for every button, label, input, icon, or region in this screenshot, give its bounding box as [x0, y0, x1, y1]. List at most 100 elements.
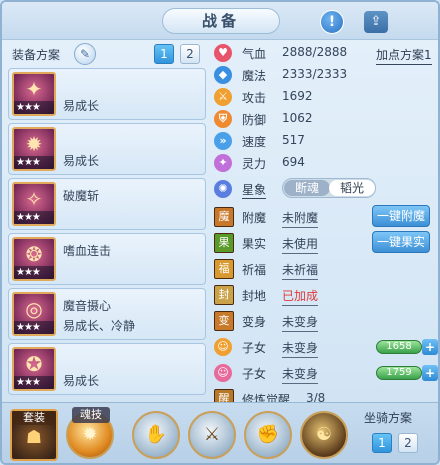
hp-heart-icon: ♥ — [214, 44, 232, 62]
mount-scheme-label: 坐骑方案 — [364, 411, 413, 425]
equipment-glyph: ✦ — [25, 77, 43, 101]
fist-skill-icon[interactable]: ✊ — [244, 411, 292, 459]
child-level-bar: 1658 — [376, 340, 422, 354]
equipment-card[interactable]: ◎ ★★★ 魔音摄心 易成长、冷静 — [8, 288, 206, 340]
stat-label: 速度 — [242, 135, 267, 149]
enchant-icon: 魔 — [214, 207, 234, 227]
equipment-stars: ★★★ — [14, 156, 54, 169]
feature-value[interactable]: 未使用 — [282, 235, 319, 254]
suit-button[interactable]: 套装 ☗ — [10, 409, 58, 461]
stat-label: 防御 — [242, 113, 267, 127]
sword-skill-icon[interactable]: ⚔ — [188, 411, 236, 459]
child-value[interactable]: 未变身 — [282, 339, 319, 358]
stat-value: 694 — [282, 155, 305, 169]
boots-icon[interactable]: ✪ ★★★ — [12, 347, 56, 391]
stat-value: 1062 — [282, 111, 313, 125]
transform-icon: 变 — [214, 311, 234, 331]
equipment-card[interactable]: ✧ ★★★ 破魔斩 — [8, 178, 206, 230]
star-sign-toggle[interactable]: 断魂 韬光 — [282, 178, 376, 198]
star-sign-option-duanhun[interactable]: 断魂 — [284, 180, 330, 196]
equipment-card[interactable]: ✪ ★★★ 易成长 — [8, 343, 206, 395]
stat-label: 魔法 — [242, 69, 267, 83]
add-child-button[interactable]: + — [422, 339, 438, 355]
stat-row: » 速度 517 — [210, 130, 438, 152]
suit-mask-icon: ☗ — [25, 427, 43, 448]
equipment-scheme-row: 装备方案 ✎ 1 2 — [8, 42, 206, 66]
info-icon[interactable]: ! — [320, 10, 344, 34]
child-level-value: 1658 — [386, 341, 412, 352]
child-row: ☺ 子女 未变身 1759 + — [210, 362, 438, 384]
mount-tab-2[interactable]: 2 — [398, 433, 418, 453]
equipment-column: 装备方案 ✎ 1 2 ✦ ★★★ 易成长 ✹ ★★★ 易成长 ✧ ★★★ 破魔斩 ❂ ★★★ 嗜血连击… — [8, 40, 206, 402]
star-sign-option-taoguang[interactable]: 韬光 — [329, 180, 375, 196]
star-sign-label: 星象 — [242, 183, 267, 199]
stat-row: ⚔ 攻击 1692 — [210, 86, 438, 108]
star-sign-row: ✺ 星象 断魂 韬光 — [210, 178, 438, 200]
scheme-tab-2[interactable]: 2 — [180, 44, 200, 64]
stat-label: 气血 — [242, 47, 267, 61]
equipment-card[interactable]: ✦ ★★★ 易成长 — [8, 68, 206, 120]
suit-tag: 套装 — [12, 411, 56, 425]
equipment-name: 破魔斩 — [63, 189, 100, 203]
header: 战备 ! ⇪ — [2, 2, 438, 40]
soul-skill-tag: 魂技 — [72, 407, 110, 423]
fruit-icon: 果 — [214, 233, 234, 253]
equipment-glyph: ❂ — [25, 242, 43, 266]
necklace-icon[interactable]: ❂ ★★★ — [12, 237, 56, 281]
add-point-plan-button[interactable]: 加点方案1 — [376, 46, 432, 65]
mount-tab-1[interactable]: 1 — [372, 433, 392, 453]
child-value[interactable]: 未变身 — [282, 365, 319, 384]
feature-label: 封地 — [242, 289, 267, 303]
attack-icon: ⚔ — [214, 88, 232, 106]
equipment-list: ✦ ★★★ 易成长 ✹ ★★★ 易成长 ✧ ★★★ 破魔斩 ❂ ★★★ 嗜血连击 ◎ ★★★ 魔音摄心 易成长… — [8, 68, 206, 398]
equipment-scheme-label: 装备方案 — [12, 48, 61, 62]
stat-label: 灵力 — [242, 157, 267, 171]
speed-icon: » — [214, 132, 232, 150]
stat-value: 517 — [282, 133, 305, 147]
star-sign-icon: ✺ — [214, 180, 232, 198]
belt-icon[interactable]: ◎ ★★★ — [12, 292, 56, 336]
feature-label: 变身 — [242, 315, 267, 329]
defense-icon: ⛨ — [214, 110, 232, 128]
stat-label: 攻击 — [242, 91, 267, 105]
feature-row: 果果实 未使用 一键果实 — [210, 231, 438, 254]
one-click-fruit-button[interactable]: 一键果实 — [372, 231, 430, 253]
palm-skill-icon[interactable]: ✋ — [132, 411, 180, 459]
stat-value: 2888/2888 — [282, 45, 348, 59]
helmet-icon[interactable]: ✧ ★★★ — [12, 182, 56, 226]
page-title: 战备 — [162, 8, 280, 34]
feature-value[interactable]: 未祈福 — [282, 261, 319, 280]
stat-row: ♥ 气血 2888/2888 加点方案1 — [210, 42, 438, 65]
feature-value[interactable]: 未变身 — [282, 313, 319, 332]
equipment-glyph: ◎ — [25, 297, 43, 321]
equipment-glyph: ✹ — [25, 132, 43, 156]
bottom-bar: 套装 ☗ ✹ 魂技 ✋ ⚔ ✊ ☯ 坐骑方案 1 2 — [2, 402, 438, 463]
child-level-bar: 1759 — [376, 366, 422, 380]
stat-value: 1692 — [282, 89, 313, 103]
feature-value[interactable]: 未附魔 — [282, 209, 319, 228]
child-level-value: 1759 — [386, 367, 412, 378]
child-label: 子女 — [242, 341, 267, 355]
equipment-effects: 易成长、冷静 — [63, 319, 136, 333]
stat-value: 2333/2333 — [282, 67, 348, 81]
edit-pencil-icon[interactable]: ✎ — [74, 43, 96, 65]
spirit-icon: ✦ — [214, 154, 232, 172]
scheme-tab-1[interactable]: 1 — [154, 44, 174, 64]
equipment-glyph: ✧ — [25, 187, 43, 211]
one-click-enchant-button[interactable]: 一键附魔 — [372, 205, 430, 227]
feature-label: 附魔 — [242, 211, 267, 225]
child-label: 子女 — [242, 367, 267, 381]
add-child-button[interactable]: + — [422, 365, 438, 381]
equipment-name: 易成长 — [63, 154, 100, 168]
equipment-stars: ★★★ — [14, 321, 54, 334]
equipment-card[interactable]: ✹ ★★★ 易成长 — [8, 123, 206, 175]
feature-label: 祈福 — [242, 263, 267, 277]
ice-sword-icon[interactable]: ✦ ★★★ — [12, 72, 56, 116]
armor-icon[interactable]: ✹ ★★★ — [12, 127, 56, 171]
feature-value[interactable]: 已加成 — [282, 287, 319, 306]
equipment-card[interactable]: ❂ ★★★ 嗜血连击 — [8, 233, 206, 285]
equipment-glyph: ✪ — [25, 352, 43, 376]
shadow-skill-icon[interactable]: ☯ — [300, 411, 348, 459]
child-girl-icon: ☺ — [214, 364, 232, 382]
share-icon[interactable]: ⇪ — [364, 11, 388, 33]
